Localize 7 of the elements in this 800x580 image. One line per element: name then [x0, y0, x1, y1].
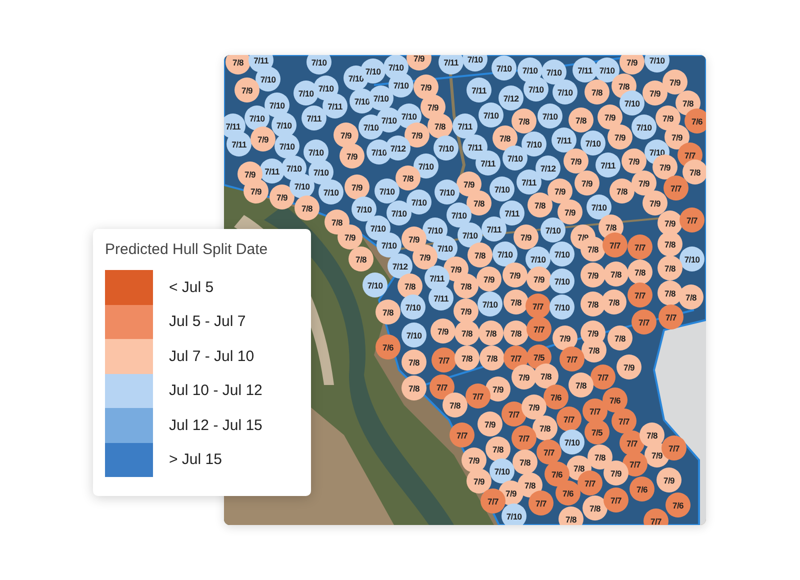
legend-label: Jul 10 - Jul 12 [169, 382, 262, 400]
legend-label: < Jul 5 [169, 278, 214, 296]
legend-label: > Jul 15 [169, 451, 222, 468]
legend-label: Jul 5 - Jul 7 [169, 313, 246, 330]
legend-label: Jul 7 - Jul 10 [169, 348, 254, 365]
legend-label: Jul 12 - Jul 15 [169, 416, 262, 434]
legend-title: Predicted Hull Split Date [105, 241, 269, 258]
